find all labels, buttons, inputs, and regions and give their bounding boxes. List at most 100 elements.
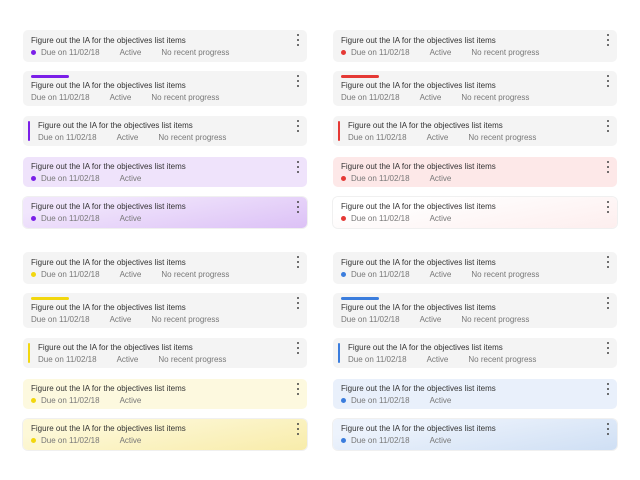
objective-card-red-topbar[interactable]: Figure out the IA for the objectives lis… <box>333 71 617 106</box>
status-dot-icon <box>31 50 36 55</box>
due-date: Due on 11/02/18 <box>31 315 90 324</box>
more-options-icon[interactable] <box>295 383 301 395</box>
status-label: Active <box>116 133 139 142</box>
objective-card-purple-leftbar[interactable]: Figure out the IA for the objectives lis… <box>23 116 307 146</box>
status-label: Active <box>429 270 452 279</box>
more-options-icon[interactable] <box>605 120 611 132</box>
card-title: Figure out the IA for the objectives lis… <box>31 202 186 211</box>
card-meta: Due on 11/02/18 Active No recent progress <box>31 48 229 57</box>
card-meta: Due on 11/02/18 Active No recent progress <box>341 48 539 57</box>
objective-card-yellow-gradient[interactable]: Figure out the IA for the objectives lis… <box>23 419 307 450</box>
card-meta: Due on 11/02/18 Active <box>341 396 451 405</box>
more-options-icon[interactable] <box>295 34 301 46</box>
objective-card-yellow-tint[interactable]: Figure out the IA for the objectives lis… <box>23 379 307 409</box>
status-dot-icon <box>341 50 346 55</box>
card-meta: Due on 11/02/18 Active No recent progress <box>341 93 529 102</box>
objective-card-purple-dot[interactable]: Figure out the IA for the objectives lis… <box>23 30 307 62</box>
card-meta: Due on 11/02/18 Active <box>341 436 451 445</box>
more-options-icon[interactable] <box>295 161 301 173</box>
more-options-icon[interactable] <box>295 120 301 132</box>
accent-top-bar <box>31 75 69 78</box>
objective-card-blue-dot[interactable]: Figure out the IA for the objectives lis… <box>333 252 617 284</box>
due-date: Due on 11/02/18 <box>41 396 100 405</box>
card-meta: Due on 11/02/18 Active No recent progress <box>348 355 536 364</box>
due-date: Due on 11/02/18 <box>38 133 97 142</box>
more-options-icon[interactable] <box>295 75 301 87</box>
objective-card-yellow-dot[interactable]: Figure out the IA for the objectives lis… <box>23 252 307 284</box>
more-options-icon[interactable] <box>605 34 611 46</box>
progress-label: No recent progress <box>158 355 227 364</box>
progress-label: No recent progress <box>151 93 220 102</box>
more-options-icon[interactable] <box>605 161 611 173</box>
card-meta: Due on 11/02/18 Active No recent progress <box>38 133 226 142</box>
due-date: Due on 11/02/18 <box>351 396 410 405</box>
card-title: Figure out the IA for the objectives lis… <box>348 121 503 130</box>
objective-card-purple-tint[interactable]: Figure out the IA for the objectives lis… <box>23 157 307 187</box>
status-dot-icon <box>31 438 36 443</box>
card-title: Figure out the IA for the objectives lis… <box>341 162 496 171</box>
objective-card-red-tint[interactable]: Figure out the IA for the objectives lis… <box>333 157 617 187</box>
accent-left-bar <box>28 121 30 141</box>
card-title: Figure out the IA for the objectives lis… <box>38 343 193 352</box>
objective-card-blue-gradient[interactable]: Figure out the IA for the objectives lis… <box>333 419 617 450</box>
objective-card-red-leftbar[interactable]: Figure out the IA for the objectives lis… <box>333 116 617 146</box>
more-options-icon[interactable] <box>605 75 611 87</box>
more-options-icon[interactable] <box>605 201 611 213</box>
progress-label: No recent progress <box>151 315 220 324</box>
objective-card-red-dot[interactable]: Figure out the IA for the objectives lis… <box>333 30 617 62</box>
status-dot-icon <box>31 272 36 277</box>
status-dot-icon <box>31 398 36 403</box>
objective-card-purple-topbar[interactable]: Figure out the IA for the objectives lis… <box>23 71 307 106</box>
status-label: Active <box>426 133 449 142</box>
more-options-icon[interactable] <box>605 342 611 354</box>
status-label: Active <box>119 270 142 279</box>
card-title: Figure out the IA for the objectives lis… <box>31 424 186 433</box>
card-title: Figure out the IA for the objectives lis… <box>341 36 496 45</box>
due-date: Due on 11/02/18 <box>351 436 410 445</box>
objective-card-yellow-topbar[interactable]: Figure out the IA for the objectives lis… <box>23 293 307 328</box>
objective-card-yellow-leftbar[interactable]: Figure out the IA for the objectives lis… <box>23 338 307 368</box>
status-label: Active <box>116 355 139 364</box>
more-options-icon[interactable] <box>605 256 611 268</box>
progress-label: No recent progress <box>158 133 227 142</box>
card-title: Figure out the IA for the objectives lis… <box>341 424 496 433</box>
due-date: Due on 11/02/18 <box>41 270 100 279</box>
objective-card-blue-leftbar[interactable]: Figure out the IA for the objectives lis… <box>333 338 617 368</box>
more-options-icon[interactable] <box>295 201 301 213</box>
objective-card-blue-tint[interactable]: Figure out the IA for the objectives lis… <box>333 379 617 409</box>
card-meta: Due on 11/02/18 Active <box>31 396 141 405</box>
more-options-icon[interactable] <box>295 297 301 309</box>
status-label: Active <box>419 93 442 102</box>
due-date: Due on 11/02/18 <box>341 315 400 324</box>
card-meta: Due on 11/02/18 Active <box>341 214 451 223</box>
due-date: Due on 11/02/18 <box>41 436 100 445</box>
due-date: Due on 11/02/18 <box>351 214 410 223</box>
progress-label: No recent progress <box>461 93 530 102</box>
card-meta: Due on 11/02/18 Active No recent progress <box>38 355 226 364</box>
progress-label: No recent progress <box>161 270 230 279</box>
objective-card-purple-gradient[interactable]: Figure out the IA for the objectives lis… <box>23 197 307 228</box>
status-label: Active <box>419 315 442 324</box>
due-date: Due on 11/02/18 <box>41 174 100 183</box>
status-dot-icon <box>341 398 346 403</box>
objective-card-blue-topbar[interactable]: Figure out the IA for the objectives lis… <box>333 293 617 328</box>
card-title: Figure out the IA for the objectives lis… <box>31 258 186 267</box>
more-options-icon[interactable] <box>605 297 611 309</box>
objective-card-red-gradient[interactable]: Figure out the IA for the objectives lis… <box>333 197 617 228</box>
more-options-icon[interactable] <box>295 342 301 354</box>
card-title: Figure out the IA for the objectives lis… <box>31 162 186 171</box>
card-title: Figure out the IA for the objectives lis… <box>341 81 496 90</box>
more-options-icon[interactable] <box>605 383 611 395</box>
card-meta: Due on 11/02/18 Active No recent progress <box>341 315 529 324</box>
progress-label: No recent progress <box>461 315 530 324</box>
due-date: Due on 11/02/18 <box>351 48 410 57</box>
status-label: Active <box>119 214 142 223</box>
more-options-icon[interactable] <box>605 423 611 435</box>
status-label: Active <box>119 174 142 183</box>
card-title: Figure out the IA for the objectives lis… <box>31 303 186 312</box>
more-options-icon[interactable] <box>295 423 301 435</box>
status-label: Active <box>119 48 142 57</box>
more-options-icon[interactable] <box>295 256 301 268</box>
status-dot-icon <box>341 176 346 181</box>
status-dot-icon <box>31 176 36 181</box>
